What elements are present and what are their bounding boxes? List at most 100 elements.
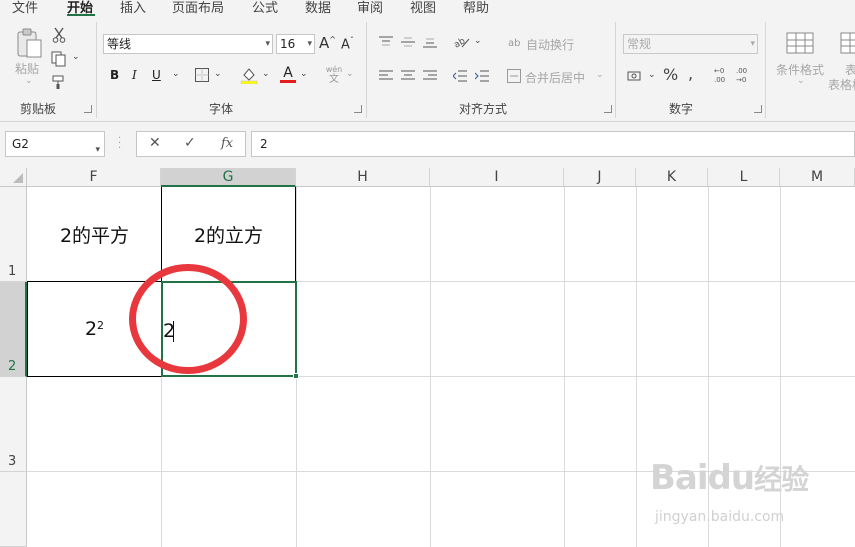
- watermark-brand-right: du: [707, 458, 756, 498]
- conditional-dropdown-icon[interactable]: ⌄: [797, 76, 805, 86]
- number-group-label: 数字: [669, 102, 694, 116]
- paste-icon[interactable]: [14, 28, 44, 58]
- wrap-text-icon[interactable]: ab: [507, 34, 523, 50]
- shrink-font-icon[interactable]: Aˇ: [341, 36, 354, 52]
- align-right-icon[interactable]: [422, 68, 438, 84]
- column-header-g[interactable]: G: [161, 168, 296, 187]
- row-header-3[interactable]: 3: [0, 377, 27, 472]
- tab-review[interactable]: 审阅: [357, 0, 383, 16]
- cell-f2-base: 2: [84, 318, 98, 340]
- column-header-j[interactable]: J: [564, 168, 636, 187]
- accounting-dropdown-icon[interactable]: ⌄: [648, 70, 656, 80]
- select-all-button[interactable]: [0, 168, 27, 187]
- enter-icon[interactable]: ✓: [184, 135, 196, 151]
- cell-f1[interactable]: 2的平方: [28, 188, 161, 281]
- align-center-icon[interactable]: [400, 68, 416, 84]
- formula-bar-resize-handle[interactable]: · · ·: [118, 134, 121, 154]
- cancel-icon[interactable]: ✕: [149, 135, 161, 151]
- font-name-value: 等线: [107, 37, 132, 51]
- formula-input-value: 2: [260, 137, 268, 151]
- conditional-formatting-icon[interactable]: [785, 31, 815, 55]
- group-separator: [366, 22, 367, 118]
- column-header-l[interactable]: L: [708, 168, 780, 187]
- name-box-value: G2: [12, 137, 29, 151]
- align-left-icon[interactable]: [378, 68, 394, 84]
- bold-button[interactable]: B: [110, 68, 119, 82]
- insert-function-icon[interactable]: fx: [221, 136, 233, 151]
- font-size-select[interactable]: 16 ▾: [276, 34, 315, 54]
- copy-icon[interactable]: [50, 50, 68, 68]
- clipboard-launcher-icon[interactable]: [84, 105, 92, 113]
- fill-color-dropdown-icon[interactable]: ⌄: [262, 69, 270, 79]
- tab-file[interactable]: 文件: [12, 0, 38, 16]
- underline-dropdown-icon[interactable]: ⌄: [172, 69, 180, 79]
- cut-icon[interactable]: [50, 26, 68, 44]
- grow-font-icon[interactable]: A^: [319, 34, 336, 52]
- align-middle-icon[interactable]: [400, 34, 416, 50]
- orientation-dropdown-icon[interactable]: ⌄: [474, 36, 482, 46]
- orientation-icon[interactable]: ab: [450, 32, 472, 50]
- accounting-format-icon[interactable]: [626, 68, 644, 84]
- column-header-m[interactable]: M: [780, 168, 855, 187]
- copy-dropdown-icon[interactable]: ⌄: [72, 52, 80, 62]
- phonetic-top: wén: [325, 64, 343, 74]
- number-format-select[interactable]: 常规 ▾: [623, 34, 758, 54]
- merge-dropdown-icon[interactable]: ⌄: [596, 70, 604, 80]
- wrap-text-button[interactable]: 自动换行: [526, 36, 574, 53]
- decrease-decimal-icon[interactable]: .00 →0: [736, 66, 754, 84]
- font-name-select[interactable]: 等线 ▾: [103, 34, 273, 54]
- chevron-down-icon: ▾: [265, 39, 270, 49]
- phonetic-guide-icon[interactable]: wén 文: [324, 65, 344, 85]
- tab-insert[interactable]: 插入: [120, 0, 146, 16]
- table-border: [295, 187, 296, 282]
- tab-view[interactable]: 视图: [410, 0, 436, 16]
- svg-text:.00: .00: [714, 76, 725, 84]
- alignment-launcher-icon[interactable]: [604, 105, 612, 113]
- row-header-4[interactable]: [0, 472, 27, 547]
- font-color-dropdown-icon[interactable]: ⌄: [300, 69, 308, 79]
- tab-data[interactable]: 数据: [305, 0, 331, 16]
- row-header-1[interactable]: 1: [0, 187, 27, 282]
- tab-formulas[interactable]: 公式: [252, 0, 278, 16]
- ribbon: 粘贴 ⌄ ⌄ 剪贴板 等线 ▾ 16 ▾ A^ Aˇ B I U ⌄ ⌄ ⌄ A…: [0, 16, 855, 122]
- italic-button[interactable]: I: [132, 68, 137, 82]
- borders-icon[interactable]: [194, 67, 210, 83]
- fill-color-icon[interactable]: [240, 66, 258, 84]
- decrease-indent-icon[interactable]: [452, 68, 468, 84]
- align-top-icon[interactable]: [378, 34, 394, 50]
- merge-center-button[interactable]: 合并后居中: [525, 69, 585, 86]
- column-header-i[interactable]: I: [430, 168, 564, 187]
- column-header-f[interactable]: F: [27, 168, 161, 187]
- increase-indent-icon[interactable]: [474, 68, 490, 84]
- phonetic-bottom: 文: [329, 73, 339, 85]
- percent-button[interactable]: %: [663, 65, 678, 84]
- column-header-k[interactable]: K: [636, 168, 708, 187]
- gridline: [430, 187, 431, 547]
- row-number: 3: [8, 454, 17, 469]
- svg-text:ab: ab: [508, 38, 520, 49]
- align-bottom-icon[interactable]: [422, 34, 438, 50]
- increase-decimal-icon[interactable]: ←0.00: [714, 66, 732, 84]
- tab-page-layout[interactable]: 页面布局: [172, 0, 224, 16]
- font-color-icon[interactable]: A: [280, 64, 296, 84]
- comma-style-icon[interactable]: ,: [688, 64, 693, 83]
- borders-dropdown-icon[interactable]: ⌄: [214, 69, 222, 79]
- merge-center-icon[interactable]: [506, 68, 522, 84]
- shrink-font-glyph: A: [341, 37, 350, 53]
- column-header-h[interactable]: H: [296, 168, 430, 187]
- tab-help[interactable]: 帮助: [463, 0, 489, 16]
- name-box[interactable]: G2 ▾: [5, 131, 105, 157]
- annotation-circle: [129, 264, 247, 374]
- format-painter-icon[interactable]: [50, 73, 68, 91]
- paste-dropdown-icon[interactable]: ⌄: [25, 76, 33, 86]
- formula-bar: G2 ▾ · · · ✕ ✓ fx 2: [0, 122, 855, 168]
- underline-button[interactable]: U: [152, 68, 161, 82]
- gridline: [636, 187, 637, 547]
- number-launcher-icon[interactable]: [754, 105, 762, 113]
- format-as-table-icon[interactable]: [840, 31, 855, 55]
- font-launcher-icon[interactable]: [354, 105, 362, 113]
- formula-input[interactable]: 2: [251, 131, 855, 157]
- phonetic-dropdown-icon[interactable]: ⌄: [346, 69, 354, 79]
- fill-handle[interactable]: [293, 373, 299, 379]
- row-header-2[interactable]: 2: [0, 282, 27, 377]
